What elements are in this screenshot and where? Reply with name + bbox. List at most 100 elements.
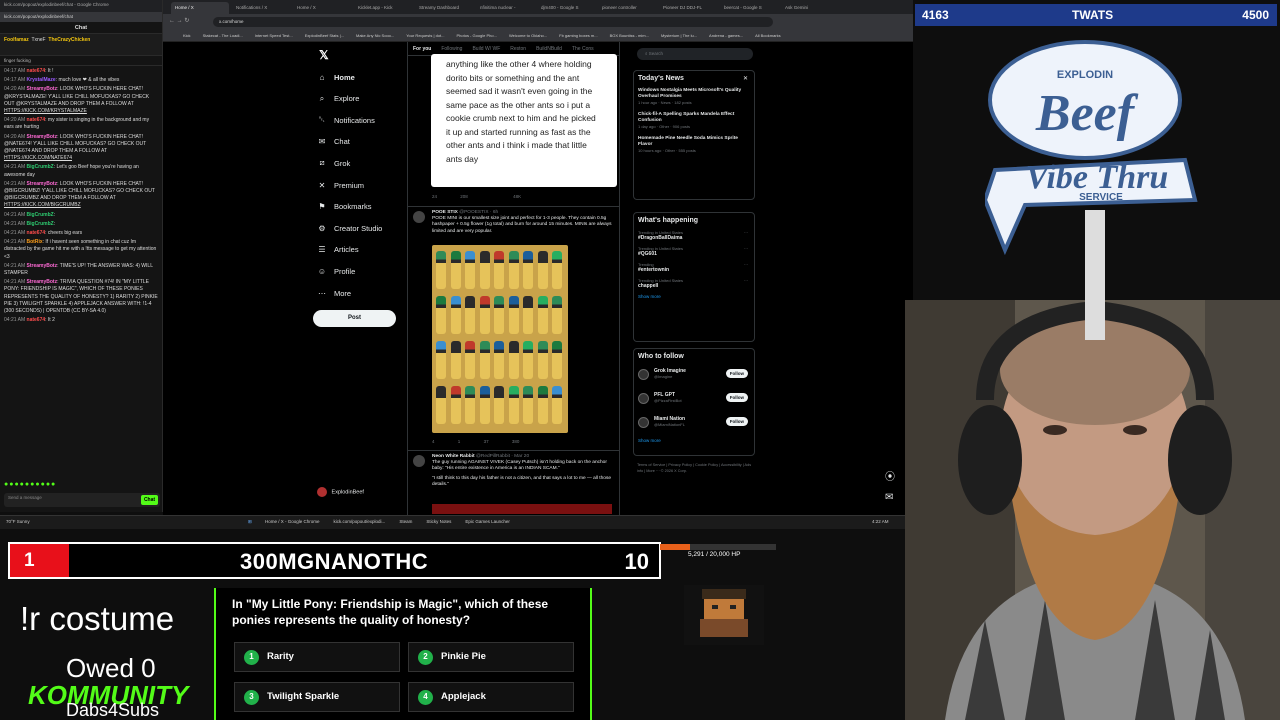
chat-message[interactable]: 04:20 AM nate674: my sister is singing i… <box>4 117 158 131</box>
taskbar-app[interactable]: kick.com/popout/explodi... <box>334 519 386 524</box>
chat-username[interactable]: nate674 <box>27 117 46 123</box>
trend-item[interactable]: Trending in United States chappell ⋯ <box>634 276 754 292</box>
nav-item-profile[interactable]: ☺ Profile <box>317 262 355 280</box>
weather-widget[interactable]: 70°F Sunny <box>6 519 30 524</box>
bookmark-item[interactable]: Fb gaming boxes m... <box>559 33 597 38</box>
trend-item[interactable]: Trending in United States #DragonBallDaim… <box>634 228 754 244</box>
chat-username[interactable]: BigCrumbZ <box>27 164 54 170</box>
browser-tab[interactable]: nfinitima nuclear - <box>476 2 534 14</box>
chat-username[interactable]: nate674 <box>27 317 46 323</box>
gifter-2[interactable]: TxneF <box>31 37 45 43</box>
bookmark-item[interactable]: Internet Speed Test... <box>255 33 293 38</box>
start-icon[interactable]: ⊞ <box>248 519 252 525</box>
taskbar-clock[interactable]: 4:22 AM <box>872 519 889 524</box>
post-neon-white-rabbit[interactable]: Neon White Rabbit @RedPillRabbit · Mar 2… <box>408 450 619 515</box>
follow-suggestion[interactable]: PFL GPT @PizzaFirstBot Follow <box>634 388 754 412</box>
chat-message[interactable]: 04:21 AM StreamyBotz: LOOK WHO'S FUCKIN … <box>4 181 158 210</box>
follow-suggestion[interactable]: Miami Nation @MiamiNationFL Follow <box>634 412 754 436</box>
nav-item-home[interactable]: ⌂ Home <box>317 68 355 86</box>
follow-button[interactable]: Follow <box>725 417 748 426</box>
post-media-preview[interactable] <box>432 504 612 514</box>
chat-message[interactable]: 04:20 AM StreamyBotz: LOOK WHO'S FUCKIN … <box>4 134 158 163</box>
nav-item-bookmarks[interactable]: ⚑ Bookmarks <box>317 198 371 216</box>
nav-item-explore[interactable]: ⌕ Explore <box>317 90 360 108</box>
author-name[interactable]: POOE STIX <box>432 210 458 215</box>
taskbar-app[interactable]: Steam <box>399 519 412 524</box>
account-switcher[interactable]: ExplodinBeef <box>317 487 364 497</box>
browser-tab[interactable]: Home / X <box>293 2 351 14</box>
nav-item-creator-studio[interactable]: ⚙ Creator Studio <box>317 219 382 237</box>
trend-item[interactable]: Trending #entertownin ⋯ <box>634 260 754 276</box>
browser-tab[interactable]: Pioneer DJ DDJ-FL <box>659 2 717 14</box>
taskbar-app[interactable]: Sticky Notes <box>426 519 451 524</box>
chat-link[interactable]: HTTPS://KICK.COM/KRYSTALMAZE <box>4 108 87 114</box>
messages-icon[interactable]: ✉ <box>885 492 893 503</box>
bookmark-item[interactable]: ExplodinBeef Stats |... <box>305 33 344 38</box>
post-pooestix[interactable]: POOE STIX @POOESTIX · 6h POOE MINI is ou… <box>408 206 619 446</box>
chat-message[interactable]: 04:21 AM BigCrumbZ: <box>4 221 158 228</box>
chat-username[interactable]: KrystalMaze <box>27 77 56 83</box>
news-item[interactable]: Chick-fil-A Spelling Sparks Mandela Effe… <box>634 110 754 134</box>
view-count[interactable]: 48K <box>513 194 521 199</box>
chat-message[interactable]: 04:21 AM StreamyBotz: TIME'S UP! THE ANS… <box>4 263 158 277</box>
grok-icon[interactable]: ⦿ <box>885 468 895 483</box>
bookmark-item[interactable]: Mysterium | The lu... <box>661 33 697 38</box>
avatar[interactable] <box>638 417 649 428</box>
nav-item-premium[interactable]: ✕ Premium <box>317 176 364 194</box>
follow-button[interactable]: Follow <box>725 369 748 378</box>
gifter-3[interactable]: TheCrazyChicken <box>48 37 90 43</box>
x-logo-icon[interactable]: 𝕏 <box>319 48 329 62</box>
bookmark-item[interactable]: Your Requests | dot... <box>406 33 444 38</box>
nav-item-chat[interactable]: ✉ Chat <box>317 133 350 151</box>
chat-message[interactable]: 04:21 AM nate674: cheers big ears <box>4 230 158 237</box>
chat-message[interactable]: 04:21 AM BigCrumbZ: Let's goo Beef hope … <box>4 164 158 178</box>
view-count[interactable]: 380 <box>512 439 520 444</box>
bookmark-item[interactable]: Stakecat - The Loadi... <box>203 33 243 38</box>
bookmark-item[interactable]: Welcome to Oklaho... <box>509 33 547 38</box>
more-icon[interactable]: ⋯ <box>744 246 748 251</box>
bookmark-item[interactable]: Photos - Google Pho... <box>456 33 496 38</box>
news-item[interactable]: Homemade Pine Needle Soda Mimics Sprite … <box>634 134 754 158</box>
chat-message[interactable]: 04:21 AM StreamyBotz: TRIVIA QUESTION #7… <box>4 279 158 315</box>
browser-tab[interactable]: Ask Gemini <box>781 2 839 14</box>
close-icon[interactable]: ✕ <box>743 75 748 82</box>
chat-username[interactable]: StreamyBotz <box>27 263 58 269</box>
browser-tab[interactable]: beercat - Google S <box>720 2 778 14</box>
chat-username[interactable]: BotRix <box>27 239 43 245</box>
search-input[interactable]: ⌕ Search <box>637 48 753 60</box>
author-name[interactable]: Neon White Rabbit <box>432 454 475 459</box>
chat-username[interactable]: nate674 <box>27 68 46 74</box>
bookmark-item[interactable]: BOX Bountiss - mim... <box>610 33 649 38</box>
browser-tab[interactable]: Kicklet.app - Kick <box>354 2 412 14</box>
follow-suggestion[interactable]: Grok Imagine @Imagine Follow <box>634 364 754 388</box>
nav-arrows-icon[interactable]: ← → ↻ <box>169 17 189 24</box>
reply-count[interactable]: 4 <box>432 439 435 444</box>
show-more-link[interactable]: Show more <box>634 292 754 303</box>
avatar[interactable] <box>413 455 425 467</box>
browser-tab[interactable]: Notifications / X <box>232 2 290 14</box>
browser-tab[interactable]: Streamy Dashboard <box>415 2 473 14</box>
avatar[interactable] <box>413 211 425 223</box>
news-item[interactable]: Windows Nostalgia Meets Microsoft's Qual… <box>634 86 754 110</box>
chat-link[interactable]: HTTPS://KICK.COM/BIGCRUMBZ <box>4 202 81 208</box>
browser-tab[interactable]: pioneer controller <box>598 2 656 14</box>
chat-username[interactable]: StreamyBotz <box>27 134 58 140</box>
more-icon[interactable]: ⋯ <box>744 278 748 283</box>
chat-username[interactable]: BigCrumbZ <box>27 212 54 218</box>
chat-message[interactable]: 04:20 AM StreamyBotz: LOOK WHO'S FUCKIN … <box>4 86 158 115</box>
nav-item-articles[interactable]: ☰ Articles <box>317 241 358 259</box>
post-image-pre-rolls[interactable] <box>432 245 568 433</box>
avatar[interactable] <box>638 369 649 380</box>
nav-item-grok[interactable]: ⧄ Grok <box>317 154 350 172</box>
chat-username[interactable]: StreamyBotz <box>27 86 58 92</box>
chat-message[interactable]: 04:17 AM nate674: It ! <box>4 68 158 75</box>
taskbar-app[interactable]: Home / X - Google Chrome <box>265 519 320 524</box>
gifter-1[interactable]: Foolfamaz <box>4 37 29 43</box>
chat-message[interactable]: 04:21 AM nate674: It 2 <box>4 317 158 324</box>
follow-button[interactable]: Follow <box>725 393 748 402</box>
chat-window-url[interactable]: kick.com/popout/explodinbeef/chat <box>0 12 162 22</box>
chat-message-input[interactable]: Send a message <box>4 493 160 507</box>
like-count[interactable]: 37 <box>484 439 489 444</box>
browser-tab[interactable]: djm400 - Google S <box>537 2 595 14</box>
emote-bar[interactable]: ●●●●●●●●●● <box>4 481 56 488</box>
